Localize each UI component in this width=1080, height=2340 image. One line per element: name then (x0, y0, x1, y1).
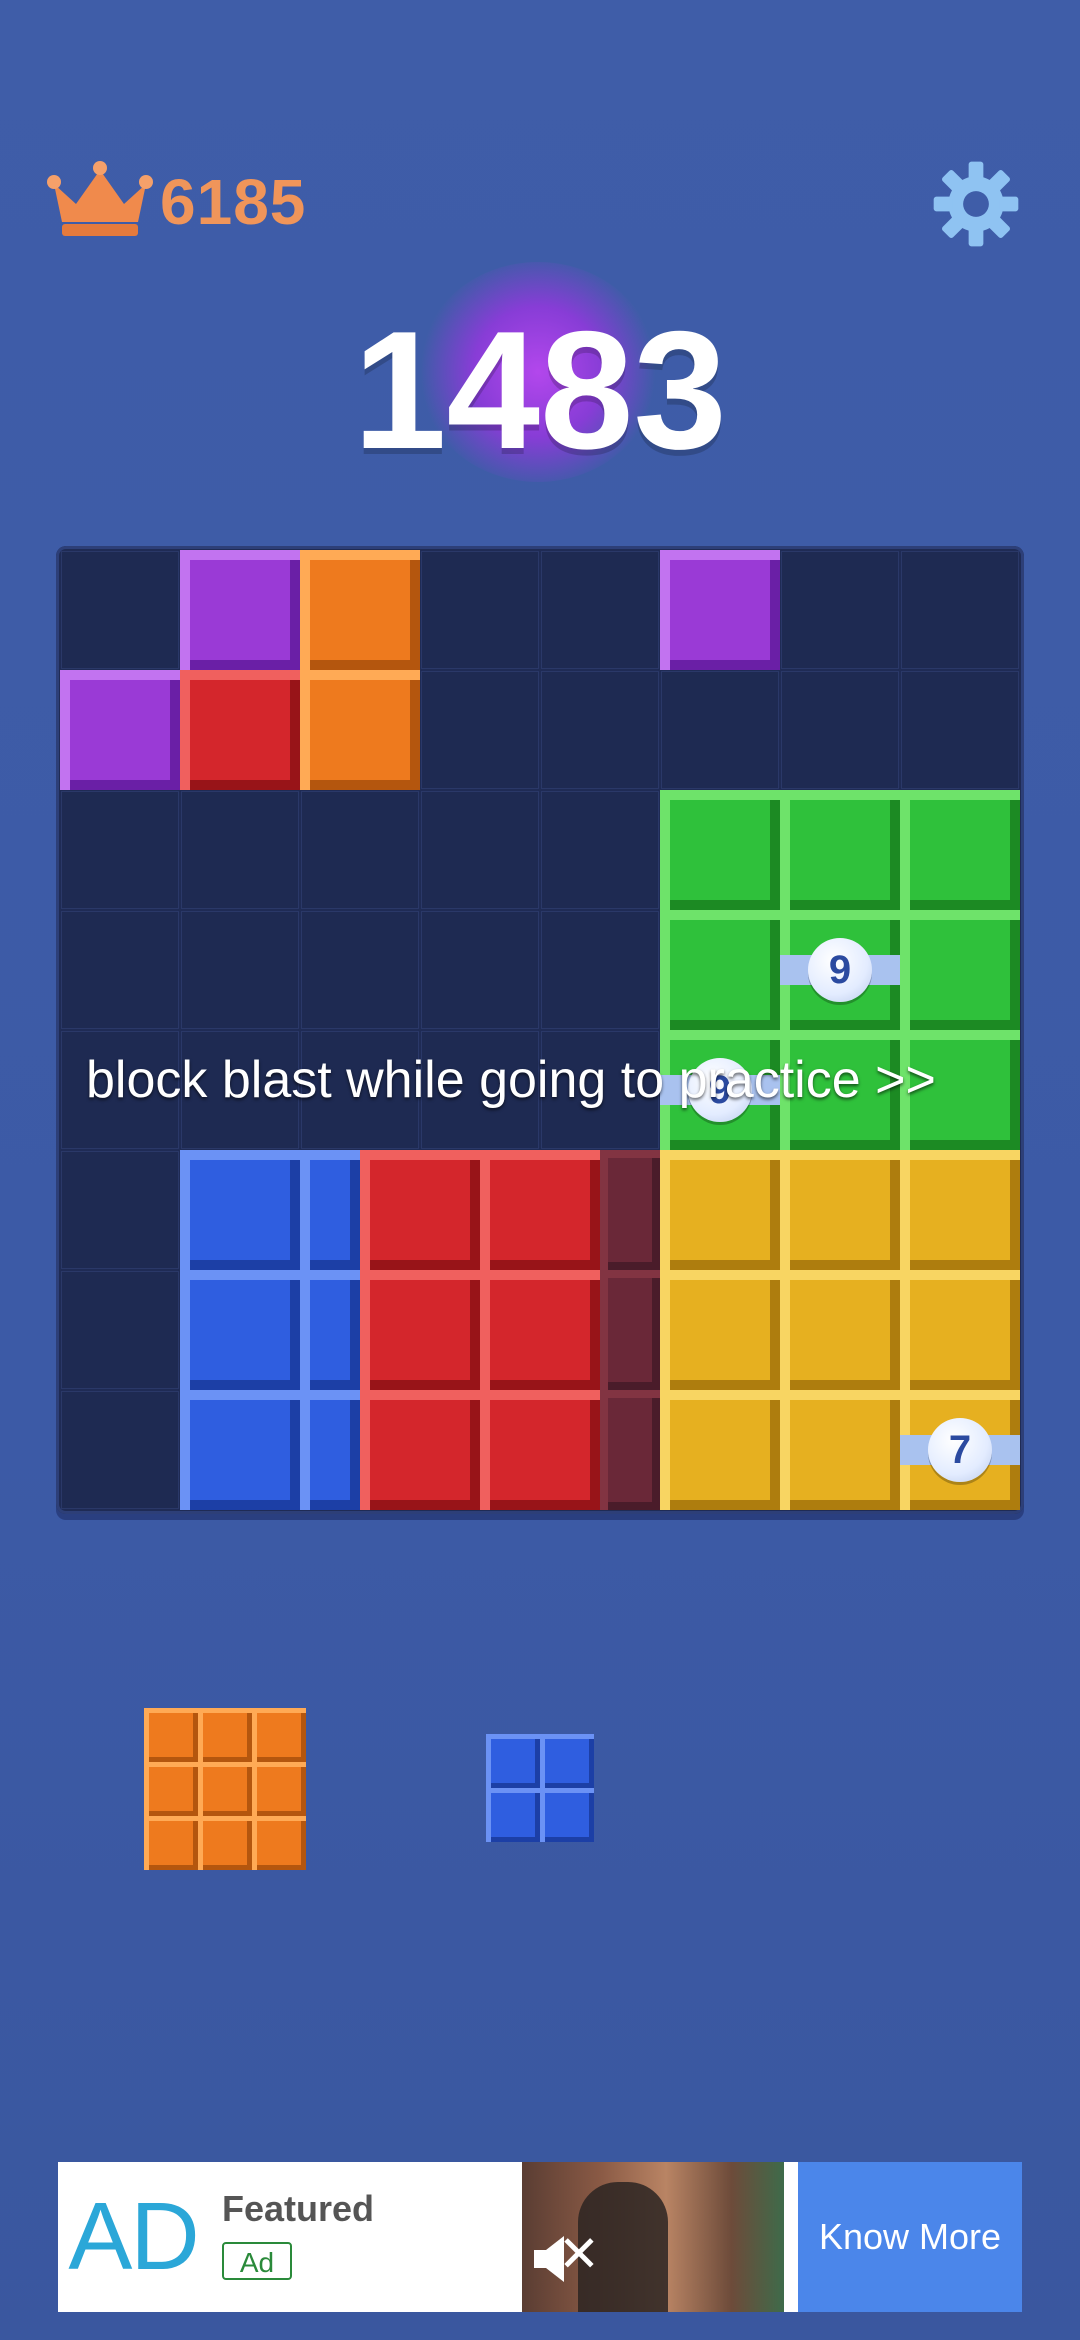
best-score: 6185 (160, 166, 307, 238)
board-empty-cell (181, 911, 299, 1029)
board-empty-cell (541, 671, 659, 789)
gear-icon[interactable] (930, 158, 1022, 250)
tray-block-orange (144, 1816, 198, 1870)
block-preview-blue (300, 1270, 360, 1390)
tray-block-orange (198, 1762, 252, 1816)
number-badge: 7 (928, 1418, 992, 1482)
block-yellow (660, 1150, 780, 1270)
tray-block-blue (540, 1788, 594, 1842)
board-empty-cell (301, 791, 419, 909)
board-empty-cell (421, 791, 539, 909)
block-purple (180, 550, 300, 670)
know-more-button[interactable]: Know More (798, 2162, 1022, 2312)
number-badge: 9 (808, 938, 872, 1002)
board-empty-cell (541, 551, 659, 669)
block-preview-ghost (600, 1390, 660, 1510)
tray-piece-blue-2x2[interactable] (486, 1734, 596, 1844)
tray-block-orange (252, 1816, 306, 1870)
block-preview-red (480, 1150, 600, 1270)
block-preview-ghost (600, 1270, 660, 1390)
block-green (660, 910, 780, 1030)
block-preview-red (480, 1270, 600, 1390)
block-yellow (780, 1270, 900, 1390)
block-preview-red (480, 1390, 600, 1510)
block-purple (660, 550, 780, 670)
ad-logo: AD (68, 2183, 199, 2290)
block-preview-blue (300, 1150, 360, 1270)
tray-block-orange (198, 1816, 252, 1870)
block-green (900, 790, 1020, 910)
block-yellow (660, 1270, 780, 1390)
board-empty-cell (61, 1271, 179, 1389)
tray-block-blue (486, 1788, 540, 1842)
block-yellow (900, 1270, 1020, 1390)
board-empty-cell (181, 791, 299, 909)
block-preview-red (360, 1270, 480, 1390)
board-empty-cell (421, 671, 539, 789)
board-empty-cell (61, 1391, 179, 1509)
ad-featured-label: Featured (222, 2188, 375, 2229)
block-preview-ghost (600, 1150, 660, 1270)
board-empty-cell (301, 911, 419, 1029)
board-empty-cell (421, 911, 539, 1029)
board-empty-cell (541, 911, 659, 1029)
block-orange (300, 550, 420, 670)
video-caption: block blast while going to practice >> (86, 1051, 936, 1109)
board-empty-cell (661, 671, 779, 789)
tray-block-blue (486, 1734, 540, 1788)
board-empty-cell (61, 551, 179, 669)
tray-block-orange (252, 1762, 306, 1816)
block-green (780, 790, 900, 910)
board-empty-cell (541, 791, 659, 909)
board-empty-cell (421, 551, 539, 669)
block-yellow (900, 1150, 1020, 1270)
board-empty-cell (61, 911, 179, 1029)
current-score: 1483 (353, 296, 727, 484)
block-preview-blue (180, 1150, 300, 1270)
block-green (900, 910, 1020, 1030)
block-preview-red (360, 1150, 480, 1270)
board-empty-cell (781, 671, 899, 789)
block-orange (300, 670, 420, 790)
block-preview-blue (180, 1270, 300, 1390)
tray-block-blue (540, 1734, 594, 1788)
ad-badge: Ad (222, 2242, 292, 2280)
board-empty-cell (61, 791, 179, 909)
block-red (180, 670, 300, 790)
block-preview-blue (180, 1390, 300, 1510)
block-yellow (780, 1150, 900, 1270)
game-board[interactable]: 997 (56, 546, 1024, 1514)
crown-icon (47, 161, 153, 236)
tray-block-orange (252, 1708, 306, 1762)
block-preview-blue (300, 1390, 360, 1510)
board-empty-cell (901, 671, 1019, 789)
block-yellow (780, 1390, 900, 1510)
block-preview-red (360, 1390, 480, 1510)
close-icon[interactable]: ✕ (558, 2224, 600, 2284)
board-empty-cell (61, 1151, 179, 1269)
ad-banner[interactable]: AD Featured Ad ✕ Know More (58, 2162, 1022, 2312)
tray-block-orange (198, 1708, 252, 1762)
tray-block-orange (144, 1762, 198, 1816)
block-green (660, 790, 780, 910)
block-yellow (660, 1390, 780, 1510)
board-empty-cell (781, 551, 899, 669)
tray-block-orange (144, 1708, 198, 1762)
block-purple (60, 670, 180, 790)
tray-piece-orange-3x3[interactable] (144, 1708, 306, 1870)
board-empty-cell (901, 551, 1019, 669)
